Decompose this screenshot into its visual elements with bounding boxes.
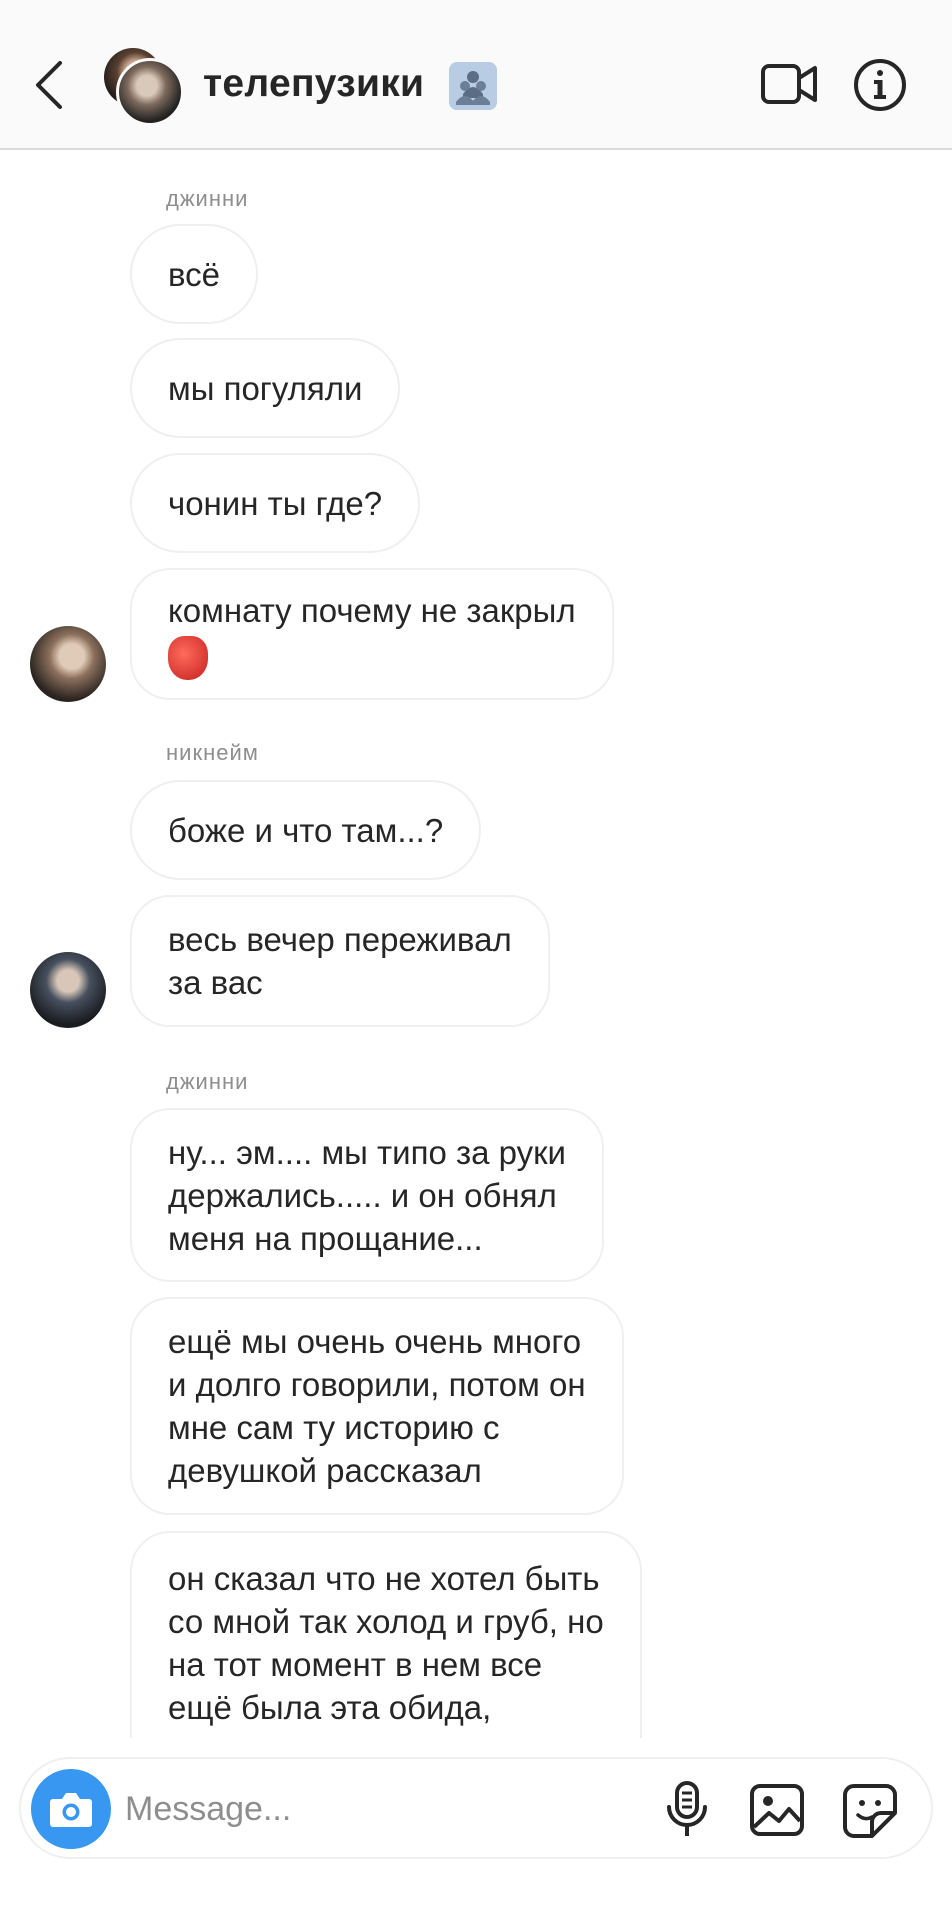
message-bubble[interactable]: мы погуляли — [130, 338, 401, 438]
message-input[interactable] — [125, 1787, 545, 1831]
gallery-icon[interactable] — [749, 1783, 805, 1837]
message-text: ну... эм.... мы типо за руки держались..… — [168, 1133, 566, 1257]
message-bubble[interactable]: чонин ты где? — [130, 453, 421, 553]
chat-title[interactable]: телепузики — [203, 62, 424, 106]
chat-header: телепузики — [0, 0, 952, 150]
group-avatar[interactable] — [104, 48, 184, 126]
busts-in-silhouette-icon — [449, 62, 497, 110]
message-bubble[interactable]: всё — [130, 224, 259, 324]
member-avatar — [116, 58, 184, 126]
message-composer — [19, 1757, 933, 1859]
message-bubble[interactable]: весь вечер переживал за вас — [130, 895, 550, 1027]
message-thread[interactable]: джинни всё мы погуляли чонин ты где? ком… — [0, 152, 952, 1738]
back-chevron-icon[interactable] — [30, 57, 70, 113]
message-text: ещё мы очень очень много и долго говорил… — [168, 1323, 586, 1489]
sticker-icon[interactable] — [842, 1783, 898, 1839]
info-icon[interactable] — [853, 58, 907, 112]
message-bubble[interactable]: комнату почему не закрыл — [130, 568, 614, 700]
microphone-icon[interactable] — [661, 1781, 713, 1839]
message-text: боже и что там...? — [168, 811, 444, 849]
camera-button[interactable] — [31, 1769, 111, 1849]
message-text: весь вечер переживал за вас — [168, 921, 512, 1001]
message-text: чонин ты где? — [168, 484, 383, 522]
red-mask-emoji — [168, 635, 208, 680]
avatar[interactable] — [30, 626, 106, 702]
message-bubble[interactable]: ещё мы очень очень много и долго говорил… — [130, 1297, 624, 1515]
message-bubble[interactable]: он сказал что не хотел быть со мной так … — [130, 1531, 642, 1738]
sender-name: никнейм — [166, 740, 259, 765]
video-camera-icon[interactable] — [760, 60, 818, 108]
message-text: всё — [168, 255, 221, 293]
message-bubble[interactable]: боже и что там...? — [130, 780, 482, 880]
message-text: комнату почему не закрыл — [168, 591, 576, 629]
avatar[interactable] — [30, 952, 106, 1028]
message-text: мы погуляли — [168, 369, 363, 407]
sender-name: джинни — [166, 186, 249, 211]
sender-name: джинни — [166, 1069, 249, 1094]
camera-icon — [50, 1793, 92, 1827]
message-bubble[interactable]: ну... эм.... мы типо за руки держались..… — [130, 1108, 604, 1282]
message-text: он сказал что не хотел быть со мной так … — [168, 1560, 604, 1726]
